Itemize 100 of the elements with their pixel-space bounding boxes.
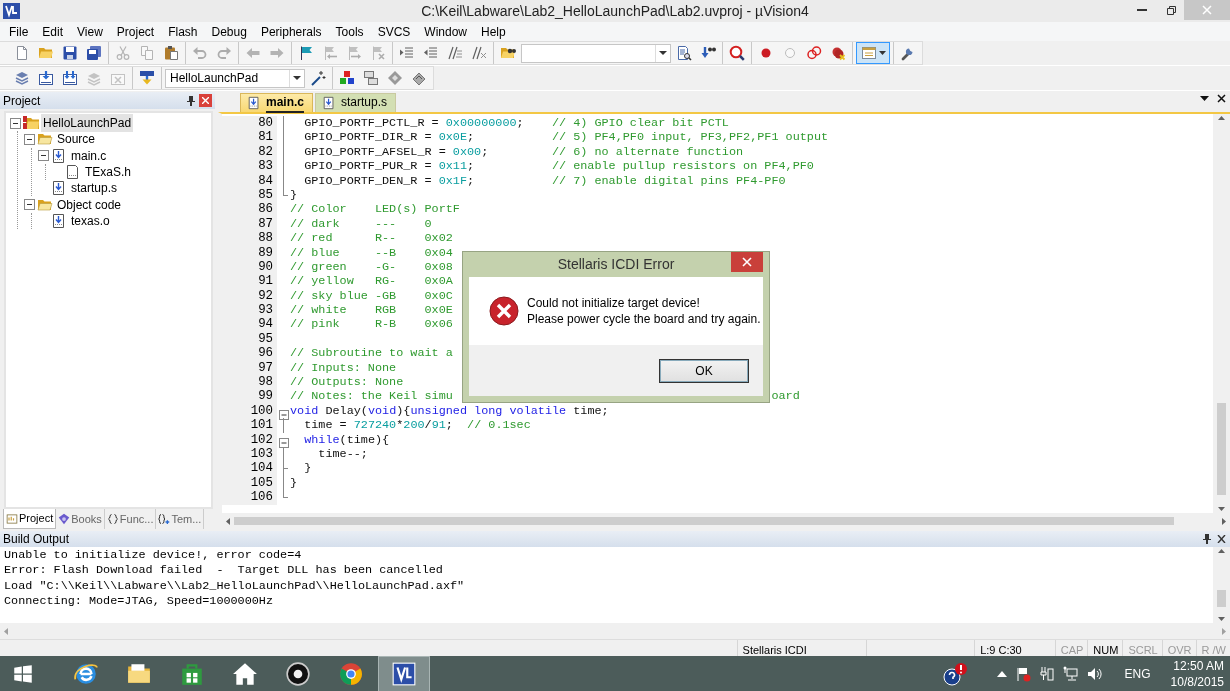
house-icon bbox=[232, 661, 258, 687]
collapse-icon[interactable] bbox=[10, 117, 21, 129]
menu-item[interactable]: Peripherals bbox=[253, 22, 329, 41]
scissors-icon bbox=[115, 45, 131, 61]
folder-icon bbox=[38, 45, 54, 61]
message-text: Could not initialize target device! bbox=[527, 295, 701, 311]
indent-icon bbox=[399, 45, 415, 61]
menu-item[interactable]: Window bbox=[417, 22, 474, 41]
close-icon bbox=[202, 97, 209, 104]
scroll-right-icon[interactable] bbox=[1222, 517, 1226, 525]
collapse-icon[interactable] bbox=[24, 199, 35, 211]
blocks-icon bbox=[339, 70, 355, 86]
left-arrow-icon bbox=[245, 45, 261, 61]
line-number: 104 bbox=[222, 461, 277, 476]
editor-tab[interactable]: main.c bbox=[240, 93, 313, 112]
outdent-icon bbox=[423, 45, 439, 61]
close-icon[interactable] bbox=[1215, 535, 1227, 543]
pin-icon[interactable] bbox=[1203, 534, 1211, 544]
help-alert-icon[interactable] bbox=[940, 662, 967, 686]
restore-icon bbox=[1164, 4, 1176, 16]
pane-tab[interactable]: Func... bbox=[104, 509, 157, 529]
copy-icon bbox=[139, 45, 155, 61]
pin-icon[interactable] bbox=[187, 95, 195, 106]
tree-item[interactable]: Source bbox=[55, 130, 98, 149]
tree-item[interactable]: startup.s bbox=[69, 179, 120, 198]
source-file-icon bbox=[51, 212, 67, 229]
code-line: // green -G- 0x08 bbox=[290, 259, 453, 275]
ok-button[interactable]: OK bbox=[659, 358, 749, 383]
menu-item[interactable]: Tools bbox=[328, 22, 371, 41]
menu-item[interactable]: Debug bbox=[204, 22, 254, 41]
collapse-icon[interactable] bbox=[24, 133, 35, 145]
line-number: 98 bbox=[222, 375, 277, 390]
stack-icon bbox=[86, 70, 102, 86]
tree-item[interactable]: TExaS.h bbox=[83, 163, 134, 182]
window-icon bbox=[860, 45, 877, 61]
redo-arrow-icon bbox=[216, 45, 232, 61]
book-icon bbox=[58, 513, 71, 525]
pane-tab[interactable]: Project bbox=[3, 509, 57, 529]
code-line: GPIO_PORTF_DIR_R = 0x0E; // 5) PF4,PF0 input, PF3,PF2,PF1 output bbox=[303, 130, 829, 145]
uncomment-lines-icon bbox=[471, 45, 487, 61]
caret-up-icon[interactable] bbox=[996, 671, 1007, 677]
code-line: // sky blue -GB 0x0C bbox=[290, 288, 453, 304]
tree-item[interactable]: main.c bbox=[69, 146, 109, 165]
menu-item[interactable]: Flash bbox=[161, 22, 205, 41]
scroll-up-icon[interactable] bbox=[1218, 549, 1225, 553]
line-number: 96 bbox=[222, 346, 277, 361]
flag-cross-icon[interactable] bbox=[1014, 666, 1031, 682]
network-icon[interactable] bbox=[1062, 666, 1079, 682]
code-line: } bbox=[303, 461, 312, 476]
tree-item[interactable]: Object code bbox=[55, 195, 124, 214]
chip-icon bbox=[411, 70, 427, 86]
line-number: 80 bbox=[222, 116, 277, 131]
clock-date[interactable]: 10/8/2015 bbox=[1170, 674, 1224, 690]
collapse-icon[interactable] bbox=[38, 150, 49, 162]
menu-item[interactable]: View bbox=[70, 22, 110, 41]
editor-tab[interactable]: startup.s bbox=[315, 93, 397, 112]
scroll-up-icon[interactable] bbox=[1218, 116, 1225, 120]
scrollbar-thumb[interactable] bbox=[1217, 590, 1226, 607]
code-line: while(time){ bbox=[303, 432, 390, 447]
scrollbar-thumb[interactable] bbox=[234, 517, 1174, 525]
comment-lines-icon bbox=[447, 45, 463, 61]
menu-item[interactable]: SVCS bbox=[370, 22, 418, 41]
close-icon bbox=[1202, 5, 1212, 15]
menu-item[interactable]: Help bbox=[474, 22, 513, 41]
taskbar-app[interactable] bbox=[378, 656, 430, 691]
dropdown-icon[interactable] bbox=[1200, 96, 1209, 101]
vertical-scrollbar[interactable] bbox=[1213, 547, 1230, 623]
source-file-icon bbox=[322, 96, 336, 110]
error-icon bbox=[489, 296, 519, 326]
language-indicator[interactable]: ENG bbox=[1124, 665, 1151, 683]
clock-time[interactable]: 12:50 AM bbox=[1173, 658, 1224, 674]
menu-item[interactable]: File bbox=[2, 22, 36, 41]
speaker-icon[interactable] bbox=[1086, 666, 1103, 682]
pane-tab[interactable]: Books bbox=[56, 509, 105, 529]
power-plug-icon[interactable] bbox=[1038, 666, 1055, 682]
pane-close-button[interactable] bbox=[199, 94, 212, 107]
flag-icon bbox=[298, 45, 314, 61]
tree-item[interactable]: texas.o bbox=[69, 211, 112, 230]
target-select[interactable]: HelloLaunchPad bbox=[165, 68, 305, 88]
output-line: Load "C:\\Keil\\Labware\\Lab2_HelloLaunchPad\\HelloLaunchPad.axf" bbox=[3, 578, 466, 594]
magic-wand-icon bbox=[310, 70, 326, 86]
chrome-logo-icon bbox=[338, 661, 364, 687]
line-number: 93 bbox=[222, 303, 277, 318]
braces-icon bbox=[106, 513, 119, 525]
scroll-down-icon[interactable] bbox=[1218, 507, 1225, 511]
code-line: // red R-- 0x02 bbox=[290, 231, 453, 246]
dots-cross-icon bbox=[830, 45, 846, 61]
scroll-down-icon[interactable] bbox=[1218, 617, 1225, 621]
window-title: C:\Keil\Labware\Lab2_HelloLaunchPad\Lab2.uvproj - µVision4 bbox=[421, 3, 809, 19]
message-text: Please power cycle the board and try again. bbox=[527, 311, 761, 327]
scroll-left-icon[interactable] bbox=[226, 517, 230, 525]
dialog-close-button[interactable] bbox=[731, 252, 763, 272]
menu-item[interactable]: Project bbox=[109, 22, 162, 41]
pane-tab[interactable]: Tem... bbox=[156, 509, 205, 529]
menu-item[interactable]: Edit bbox=[35, 22, 71, 41]
app-logo-icon bbox=[3, 3, 20, 19]
close-icon[interactable] bbox=[1217, 94, 1226, 103]
tree-item[interactable]: HelloLaunchPad bbox=[41, 114, 134, 133]
scrollbar-thumb[interactable] bbox=[1217, 403, 1226, 495]
download-icon bbox=[139, 70, 155, 86]
